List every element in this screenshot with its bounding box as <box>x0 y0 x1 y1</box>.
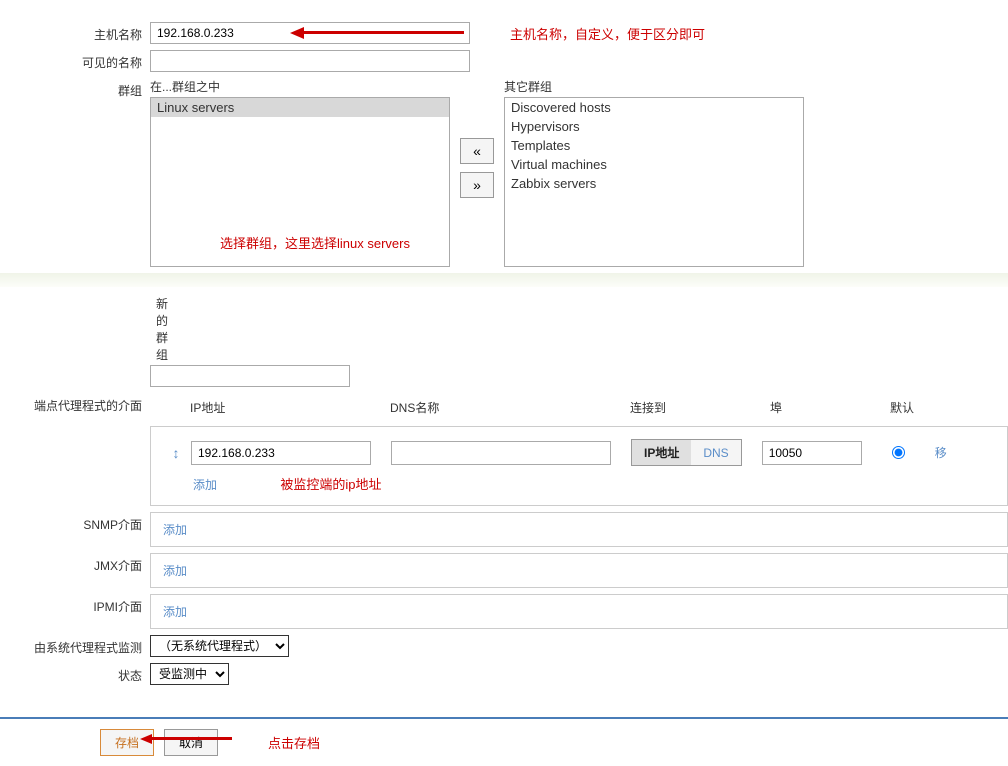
agent-interfaces-label: 端点代理程式的介面 <box>0 393 150 414</box>
default-col-header: 默认 <box>890 399 930 416</box>
hostname-annotation: 主机名称，自定义，便于区分即可 <box>510 24 705 43</box>
save-annotation: 点击存档 <box>268 733 320 752</box>
ip-col-header: IP地址 <box>190 399 390 416</box>
visible-name-label: 可见的名称 <box>0 50 150 71</box>
divider-band <box>0 273 1008 287</box>
jmx-interfaces-label: JMX介面 <box>0 553 150 574</box>
list-item[interactable]: Templates <box>505 136 803 155</box>
visible-name-input[interactable] <box>150 50 470 72</box>
new-group-input[interactable] <box>150 365 350 387</box>
other-groups-listbox[interactable]: Discovered hosts Hypervisors Templates V… <box>504 97 804 267</box>
snmp-interfaces-label: SNMP介面 <box>0 512 150 533</box>
move-left-button[interactable]: « <box>460 138 494 164</box>
list-item[interactable]: Linux servers <box>151 98 449 117</box>
list-item[interactable]: Hypervisors <box>505 117 803 136</box>
port-col-header: 埠 <box>770 399 890 416</box>
hostname-arrow <box>290 24 464 39</box>
in-groups-label: 在...群组之中 <box>150 78 450 95</box>
connect-dns-button[interactable]: DNS <box>691 440 740 465</box>
save-arrow <box>140 731 232 745</box>
monitored-by-select[interactable]: （无系统代理程式） <box>150 635 289 657</box>
add-snmp-interface-link[interactable]: 添加 <box>163 523 187 537</box>
groups-label: 群组 <box>0 78 150 99</box>
list-item[interactable]: Zabbix servers <box>505 174 803 193</box>
connect-ip-button[interactable]: IP地址 <box>632 440 691 465</box>
status-label: 状态 <box>0 663 150 684</box>
default-interface-radio[interactable] <box>892 446 905 459</box>
move-right-button[interactable]: » <box>460 172 494 198</box>
status-select[interactable]: 受监测中 <box>150 663 229 685</box>
agent-ip-input[interactable] <box>191 441 371 465</box>
agent-port-input[interactable] <box>762 441 862 465</box>
connect-to-toggle[interactable]: IP地址 DNS <box>631 439 742 466</box>
monitored-by-label: 由系统代理程式监测 <box>0 635 150 656</box>
list-item[interactable]: Discovered hosts <box>505 98 803 117</box>
add-jmx-interface-link[interactable]: 添加 <box>163 564 187 578</box>
agent-dns-input[interactable] <box>391 441 611 465</box>
new-group-label: 新的群组 <box>0 291 164 363</box>
ip-annotation: 被监控端的ip地址 <box>280 477 381 492</box>
list-item[interactable]: Virtual machines <box>505 155 803 174</box>
groups-annotation: 选择群组，这里选择linux servers <box>220 233 410 252</box>
ipmi-interfaces-label: IPMI介面 <box>0 594 150 615</box>
dns-col-header: DNS名称 <box>390 399 630 416</box>
add-agent-interface-link[interactable]: 添加 <box>193 478 217 492</box>
hostname-label: 主机名称 <box>0 22 150 43</box>
add-ipmi-interface-link[interactable]: 添加 <box>163 605 187 619</box>
other-groups-label: 其它群组 <box>504 78 804 95</box>
drag-handle-icon[interactable]: ↕ <box>161 445 191 461</box>
connect-col-header: 连接到 <box>630 399 770 416</box>
remove-interface-link[interactable]: 移 <box>935 444 947 461</box>
